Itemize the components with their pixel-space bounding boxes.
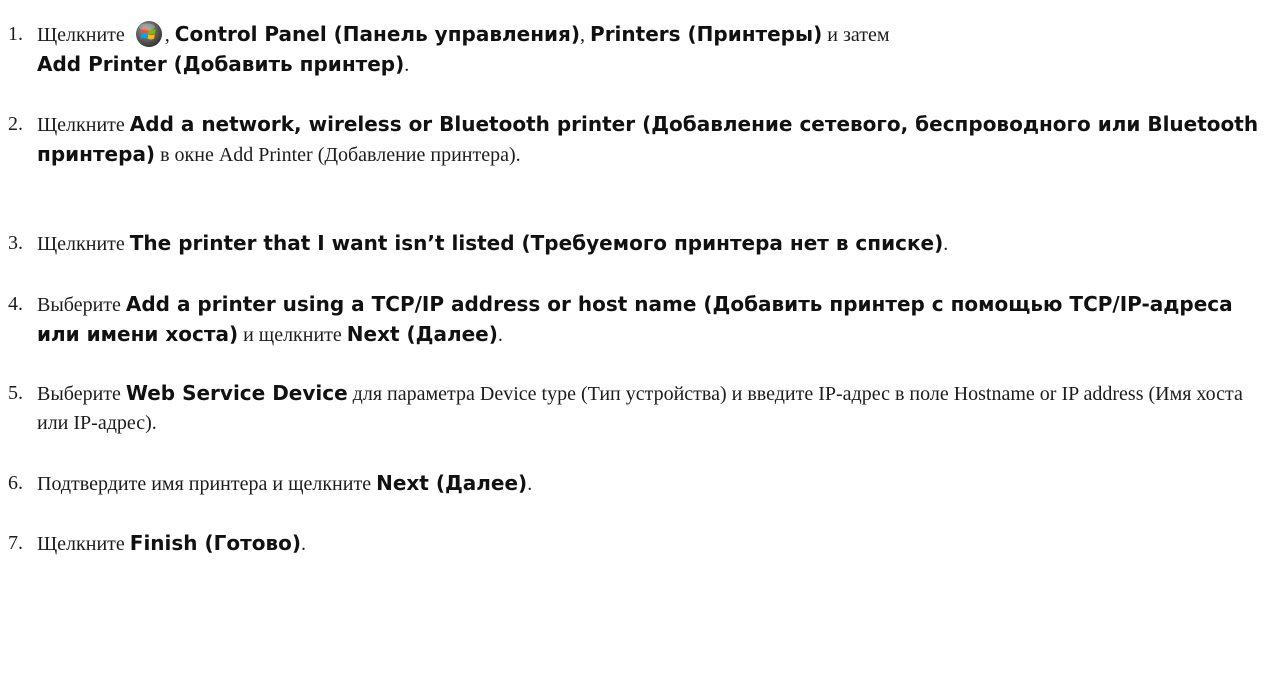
step-number: 6. — [8, 472, 23, 494]
step-text-part: Выберите — [37, 294, 121, 316]
step-number: 4. — [8, 293, 23, 315]
step-4: 4. Выберите Add a printer using a TCP/IP… — [0, 290, 1270, 350]
step-text-part: . — [301, 533, 306, 555]
option-printer-not-listed: The printer that I want isn’t listed (Тр… — [129, 231, 944, 255]
step-text-part: Щелкните — [37, 114, 125, 136]
step-text-part: Щелкните — [37, 233, 125, 255]
step-text-part: . — [943, 233, 949, 255]
step-number: 1. — [8, 23, 23, 45]
button-name-finish: Finish (Готово) — [129, 531, 301, 555]
step-text: Подтвердите имя принтера и щелкните Next… — [37, 469, 1270, 499]
step-text: Выберите Web Service Device для параметр… — [37, 379, 1270, 438]
menu-name-printers: Printers (Принтеры) — [590, 22, 823, 46]
step-text: Щелкните The printer that I want isn’t l… — [37, 229, 1270, 259]
step-text-part: , — [580, 24, 586, 46]
step-1: 1. Щелкните , Control Panel (Панель упра… — [0, 20, 1270, 80]
button-name-next: Next (Далее) — [346, 322, 498, 346]
step-text-part: Щелкните — [37, 24, 125, 46]
step-number: 5. — [8, 382, 23, 404]
step-2: 2. Щелкните Add a network, wireless or B… — [0, 110, 1270, 170]
step-5: 5. Выберите Web Service Device для парам… — [0, 379, 1270, 438]
step-text: Выберите Add a printer using a TCP/IP ad… — [37, 290, 1270, 350]
step-text-part: и щелкните — [243, 324, 342, 346]
step-text-part: и затем — [827, 24, 890, 46]
option-add-tcpip-printer: Add a printer using a TCP/IP address or … — [37, 292, 1233, 346]
step-text-part: . — [404, 54, 410, 76]
step-number: 7. — [8, 532, 23, 554]
step-6: 6. Подтвердите имя принтера и щелкните N… — [0, 469, 1270, 499]
step-text-part: Выберите — [37, 383, 121, 405]
step-text-part: . — [527, 473, 533, 495]
windows-start-orb-icon — [134, 20, 164, 48]
menu-name-control-panel: Control Panel (Панель управления) — [174, 22, 581, 46]
step-text-part: в окне Add Printer (Добавление принтера)… — [160, 144, 521, 166]
step-text-part: Подтвердите имя принтера и щелкните — [37, 473, 372, 495]
button-name-next: Next (Далее) — [376, 471, 528, 495]
step-text: Щелкните Finish (Готово). — [37, 529, 1270, 559]
step-number: 2. — [8, 113, 23, 135]
step-text-part: , — [164, 24, 170, 46]
device-type-web-service: Web Service Device — [125, 381, 348, 405]
step-text: Щелкните Add a network, wireless or Blue… — [37, 110, 1270, 170]
step-text-part: Щелкните — [37, 533, 125, 555]
menu-name-add-printer: Add Printer (Добавить принтер) — [37, 52, 405, 76]
step-text: Щелкните , Control Panel (Панель управле… — [37, 20, 1270, 80]
step-7: 7. Щелкните Finish (Готово). — [0, 529, 1270, 559]
step-3: 3. Щелкните The printer that I want isn’… — [0, 229, 1270, 259]
step-text-part: . — [497, 324, 503, 346]
step-number: 3. — [8, 232, 23, 254]
